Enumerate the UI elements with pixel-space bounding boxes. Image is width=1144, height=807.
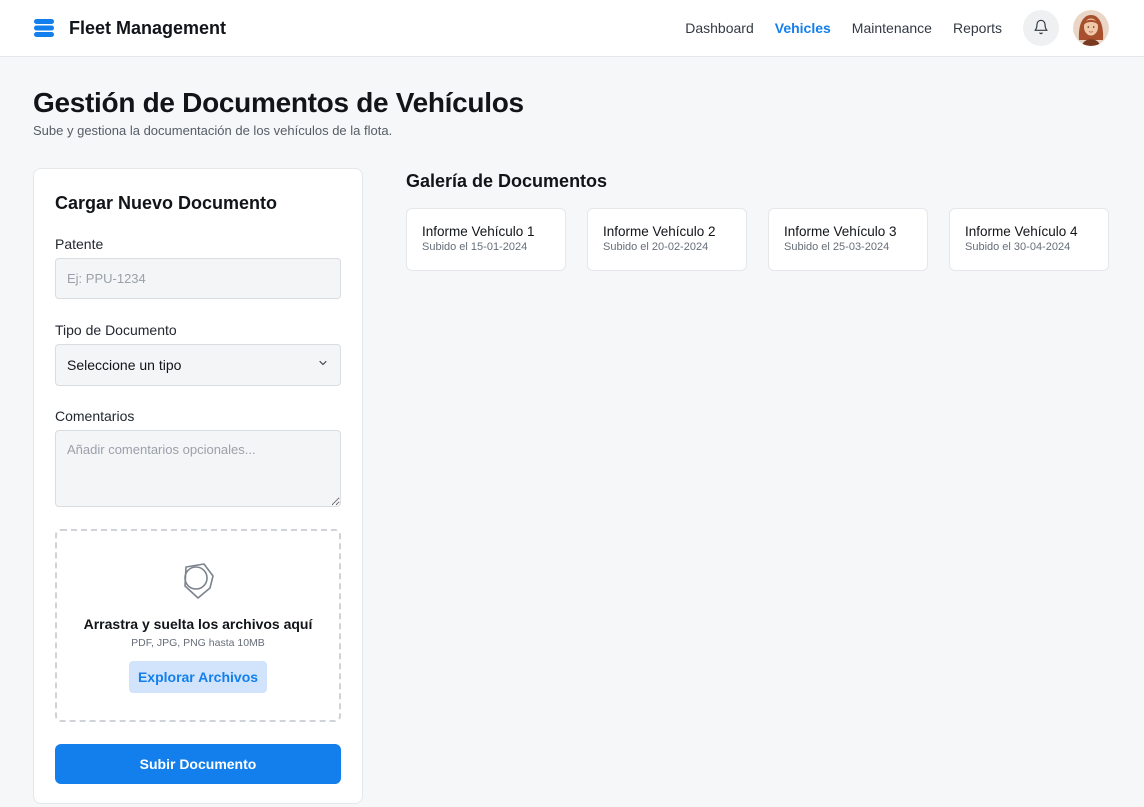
page-header: Gestión de Documentos de Vehículos Sube …: [0, 57, 1144, 138]
main-content: Cargar Nuevo Documento Patente Tipo de D…: [0, 138, 1144, 804]
file-dropzone[interactable]: Arrastra y suelta los archivos aquí PDF,…: [55, 529, 341, 722]
nav-vehicles[interactable]: Vehicles: [775, 20, 831, 36]
comentarios-textarea[interactable]: [55, 430, 341, 507]
bell-icon: [1033, 19, 1049, 38]
app-title: Fleet Management: [69, 17, 227, 38]
tipo-documento-value: Seleccione un tipo: [67, 357, 182, 373]
tipo-documento-select[interactable]: Seleccione un tipo: [55, 344, 341, 386]
document-name: Informe Vehículo 4: [965, 224, 1078, 239]
document-date: Subido el 20-02-2024: [603, 241, 709, 253]
browse-files-button[interactable]: Explorar Archivos: [129, 661, 267, 693]
tipo-documento-label: Tipo de Documento: [55, 322, 177, 338]
document-card[interactable]: Informe Vehículo 3 Subido el 25-03-2024: [768, 208, 928, 271]
stack-logo-icon: [33, 18, 55, 38]
submit-document-button[interactable]: Subir Documento: [55, 744, 341, 784]
document-name: Informe Vehículo 1: [422, 224, 535, 239]
page-subtitle: Sube y gestiona la documentación de los …: [33, 123, 393, 138]
user-avatar[interactable]: [1073, 10, 1109, 46]
dropzone-hint: PDF, JPG, PNG hasta 10MB: [131, 637, 265, 649]
page-title: Gestión de Documentos de Vehículos: [33, 87, 524, 118]
upload-shape-icon: [180, 561, 216, 606]
chevron-down-icon: [317, 356, 329, 374]
dropzone-title: Arrastra y suelta los archivos aquí: [83, 616, 313, 632]
main-nav: Dashboard Vehicles Maintenance Reports: [664, 10, 1109, 46]
notifications-button[interactable]: [1023, 10, 1059, 46]
brand: Fleet Management: [33, 18, 226, 39]
document-card[interactable]: Informe Vehículo 2 Subido el 20-02-2024: [587, 208, 747, 271]
document-card[interactable]: Informe Vehículo 4 Subido el 30-04-2024: [949, 208, 1109, 271]
document-grid: Informe Vehículo 1 Subido el 15-01-2024 …: [406, 208, 1109, 271]
gallery-title: Galería de Documentos: [406, 171, 608, 191]
nav-maintenance[interactable]: Maintenance: [852, 20, 932, 36]
nav-dashboard[interactable]: Dashboard: [685, 20, 754, 36]
comentarios-label: Comentarios: [55, 408, 135, 424]
document-card[interactable]: Informe Vehículo 1 Subido el 15-01-2024: [406, 208, 566, 271]
upload-form-title: Cargar Nuevo Documento: [55, 193, 278, 213]
nav-reports[interactable]: Reports: [953, 20, 1002, 36]
document-name: Informe Vehículo 3: [784, 224, 897, 239]
document-date: Subido el 25-03-2024: [784, 241, 890, 253]
patente-label: Patente: [55, 236, 104, 252]
top-navbar: Fleet Management Dashboard Vehicles Main…: [0, 0, 1144, 57]
documents-gallery: Galería de Documentos Informe Vehículo 1…: [406, 168, 1109, 804]
patente-input[interactable]: [55, 258, 341, 299]
document-date: Subido el 15-01-2024: [422, 241, 528, 253]
document-date: Subido el 30-04-2024: [965, 241, 1071, 253]
document-name: Informe Vehículo 2: [603, 224, 716, 239]
upload-form-card: Cargar Nuevo Documento Patente Tipo de D…: [33, 168, 363, 804]
